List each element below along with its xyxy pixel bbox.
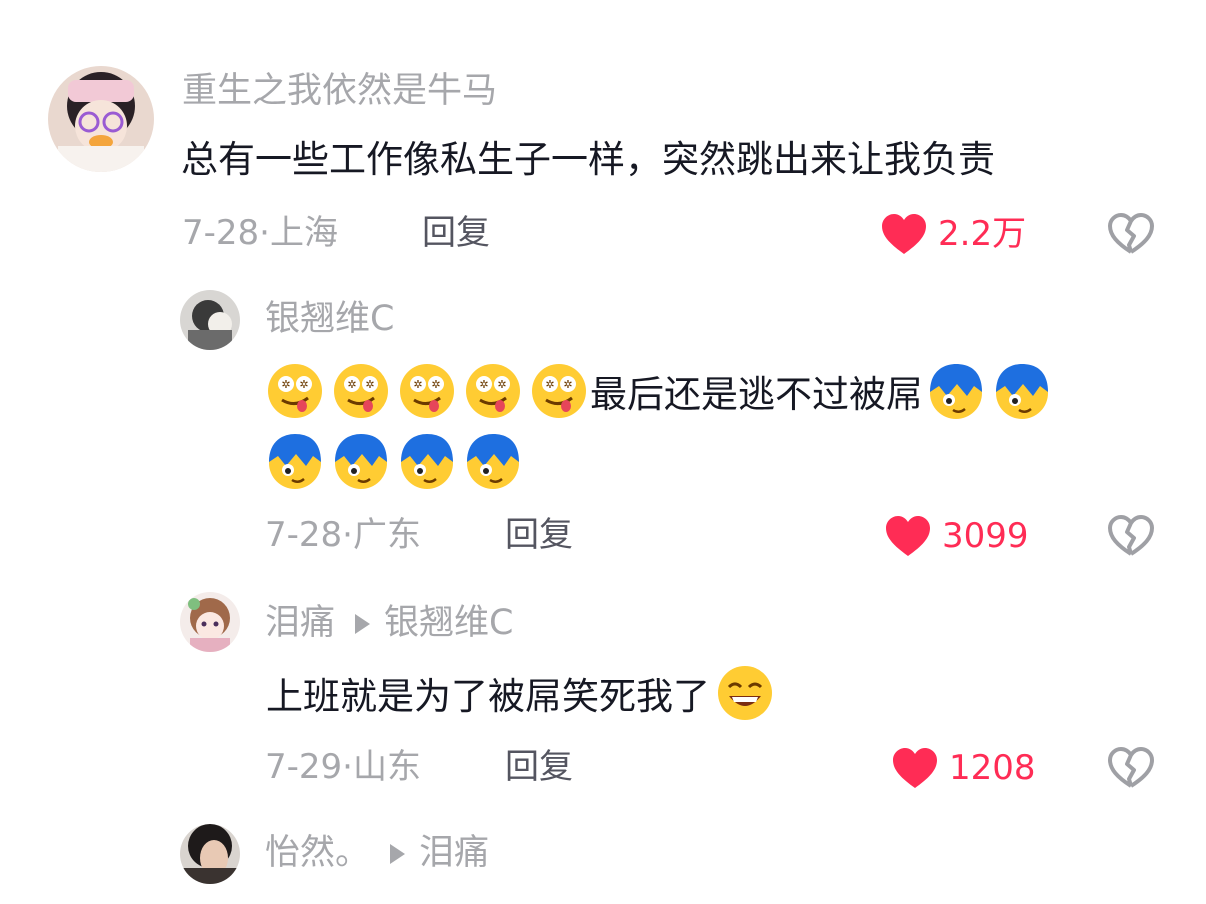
broken-heart-icon[interactable] [1107, 514, 1155, 558]
svg-text:✲: ✲ [563, 378, 572, 391]
drooling-star-eyes-emoji: ✲ ✲ [398, 362, 456, 420]
comment-text: 最后还是逃不过被屌 [590, 373, 923, 416]
svg-text:✲: ✲ [545, 378, 554, 391]
svg-text:✲: ✲ [347, 378, 356, 391]
svg-text:✲: ✲ [413, 378, 422, 391]
drooling-star-eyes-emoji: ✲ ✲ [266, 362, 324, 420]
svg-text:✲: ✲ [497, 378, 506, 391]
comment-username-text[interactable]: 泪痛 [265, 606, 335, 641]
like-count: 1208 [949, 748, 1036, 788]
blue-hair-peek-emoji [332, 432, 390, 490]
drooling-star-eyes-emoji: ✲ ✲ [332, 362, 390, 420]
blue-hair-peek-emoji [398, 432, 456, 490]
svg-text:✲: ✲ [479, 378, 488, 391]
comment-username: 怡然。 泪痛 [265, 836, 489, 871]
blue-hair-peek-emoji [464, 432, 522, 490]
comment-meta: 7-28·上海 [182, 213, 338, 253]
blue-hair-peek-emoji [927, 362, 985, 420]
svg-text:✲: ✲ [365, 378, 374, 391]
comment-location: 上海 [269, 213, 338, 253]
comment-date: 7-29 [265, 747, 343, 787]
like-count: 3099 [942, 516, 1029, 556]
comment-text: 上班就是为了被屌笑死我了 [266, 675, 710, 718]
like-button[interactable]: 1208 [891, 746, 1036, 790]
blue-hair-peek-emoji [993, 362, 1051, 420]
avatar[interactable] [180, 290, 240, 350]
heart-icon [882, 214, 926, 254]
reply-button[interactable]: 回复 [505, 750, 573, 784]
comment-username: 泪痛 银翘维C [265, 606, 513, 641]
comment-username[interactable]: 银翘维C [265, 302, 394, 337]
drooling-star-eyes-emoji: ✲ ✲ [464, 362, 522, 420]
comment-text-line: 上班就是为了被屌笑死我了 [266, 664, 782, 722]
comment-text-line [266, 432, 530, 490]
like-button[interactable]: 2.2万 [880, 212, 1026, 256]
like-button[interactable]: 3099 [884, 514, 1029, 558]
comment-date: 7-28 [182, 213, 260, 253]
triangle-right-icon [355, 613, 371, 634]
like-count: 2.2万 [938, 214, 1027, 254]
triangle-right-icon [390, 843, 406, 864]
drooling-star-eyes-emoji: ✲ ✲ [530, 362, 588, 420]
reply-button[interactable]: 回复 [422, 216, 490, 250]
reply-to-username[interactable]: 泪痛 [419, 836, 489, 871]
broken-heart-icon[interactable] [1107, 212, 1155, 256]
heart-icon [893, 748, 937, 788]
comment-meta: 7-28·广东 [265, 515, 421, 555]
svg-text:✲: ✲ [281, 378, 290, 391]
comment-location: 山东 [352, 747, 421, 787]
comment-meta: 7-29·山东 [265, 747, 421, 787]
comment-username-text[interactable]: 怡然。 [265, 836, 370, 871]
avatar[interactable] [48, 66, 154, 172]
comment-text-line: ✲ ✲ ✲ ✲ ✲ ✲ ✲ ✲ ✲ ✲ 最后还是逃不过被屌 [266, 362, 1059, 420]
comment-text: 总有一些工作像私生子一样，突然跳出来让我负责 [181, 138, 995, 181]
grinning-emoji [716, 664, 774, 722]
blue-hair-peek-emoji [266, 432, 324, 490]
comment-date: 7-28 [265, 515, 343, 555]
reply-to-username[interactable]: 银翘维C [384, 606, 513, 641]
svg-text:✲: ✲ [431, 378, 440, 391]
avatar[interactable] [180, 592, 240, 652]
reply-button[interactable]: 回复 [505, 518, 573, 552]
comment-location: 广东 [352, 515, 421, 555]
avatar[interactable] [180, 824, 240, 884]
heart-icon [886, 516, 930, 556]
broken-heart-icon[interactable] [1107, 746, 1155, 790]
comment-username[interactable]: 重生之我依然是牛马 [182, 74, 497, 109]
svg-text:✲: ✲ [299, 378, 308, 391]
